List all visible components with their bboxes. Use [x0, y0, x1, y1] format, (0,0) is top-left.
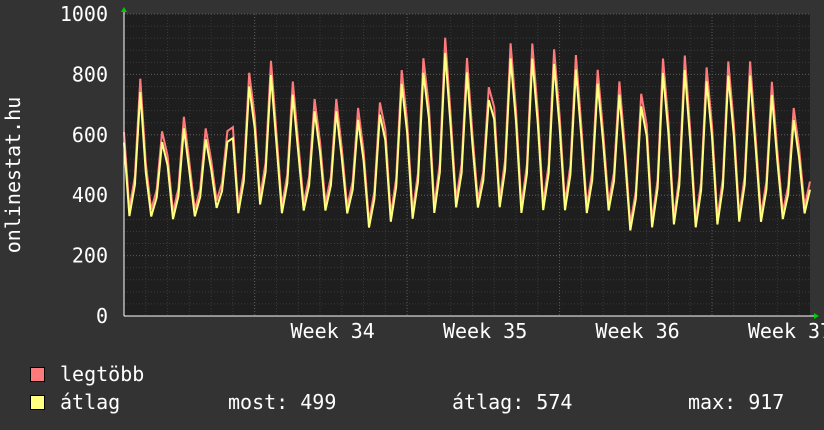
legend-label-atlag: átlag: [60, 390, 121, 414]
x-tick-label: Week 36: [595, 319, 679, 343]
legend-swatch-atlag: [30, 394, 45, 410]
y-axis-label: onlinestat.hu: [1, 97, 25, 254]
x-tick-label: Week 34: [291, 319, 375, 343]
legend-atlag: átlag: [30, 390, 120, 414]
y-tick-label: 800: [72, 62, 108, 86]
x-tick-label: Week 35: [443, 319, 527, 343]
y-axis-arrow: [121, 7, 127, 12]
x-tick-label: Week 37: [748, 319, 824, 343]
stat-max: max: 917: [688, 390, 785, 414]
y-tick-label: 600: [72, 123, 108, 147]
y-tick-label: 0: [96, 304, 108, 328]
legend-legtobb: legtöbb: [30, 362, 144, 386]
y-tick-label: 400: [72, 183, 108, 207]
legend-swatch-legtobb: [30, 366, 45, 382]
legend-label-legtobb: legtöbb: [60, 362, 145, 386]
y-tick-label: 200: [72, 244, 108, 268]
y-tick-label: 1000: [60, 2, 108, 26]
stat-atlag: átlag: 574: [452, 390, 573, 414]
stat-most: most: 499: [228, 390, 337, 414]
